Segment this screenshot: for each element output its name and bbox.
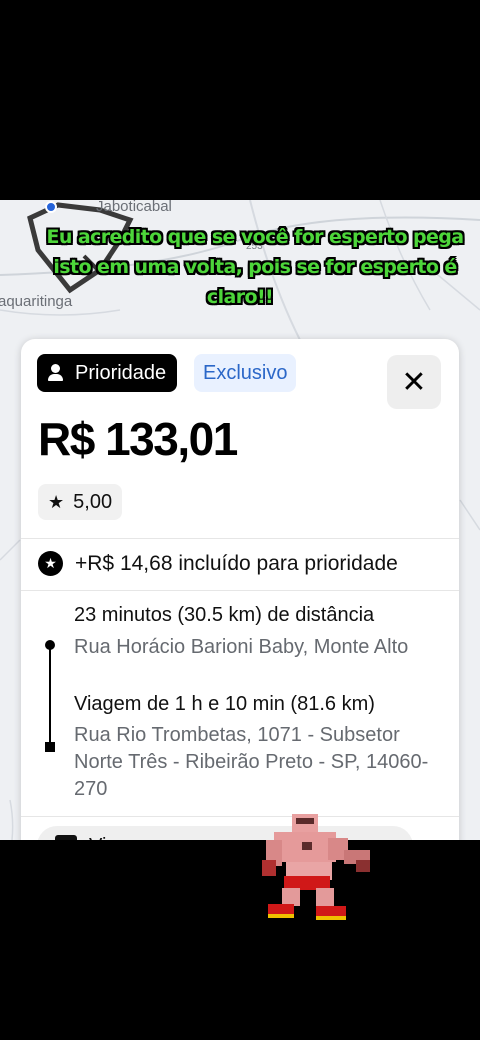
priority-extra-text: +R$ 14,68 incluído para prioridade <box>75 551 398 575</box>
top-letterbox <box>0 0 480 200</box>
caption-line: claro!! <box>206 286 274 308</box>
priority-extra-row: ★ +R$ 14,68 incluído para prioridade <box>38 551 398 576</box>
priority-label: Prioridade <box>75 361 167 384</box>
map-city-label: Jaboticabal <box>96 200 172 215</box>
close-button[interactable]: ✕ <box>387 355 441 409</box>
rider-rating: ★ 5,00 <box>38 484 123 520</box>
route-timeline-line <box>49 644 51 748</box>
ride-offer-card: Prioridade Exclusivo ✕ R$ 133,01 ★ 5,00 … <box>21 339 459 840</box>
star-icon: ★ <box>48 491 65 512</box>
person-icon <box>47 363 65 383</box>
fare-price: R$ 133,01 <box>38 413 238 465</box>
close-icon: ✕ <box>401 365 427 399</box>
video-caption: Eu acredito que se você for esperto pega… <box>0 222 480 312</box>
rating-value: 5,00 <box>73 490 113 513</box>
bottom-letterbox <box>0 840 480 1040</box>
exclusive-badge: Exclusivo <box>194 354 297 392</box>
pickup-address: Rua Horácio Barioni Baby, Monte Alto <box>74 636 409 658</box>
route-origin-dot <box>45 201 57 213</box>
divider <box>21 590 459 591</box>
priority-badge: Prioridade <box>37 354 178 392</box>
caption-line: isto em uma volta, pois se for esperto é <box>53 256 457 278</box>
trip-duration: Viagem de 1 h e 10 min (81.6 km) <box>74 693 375 715</box>
pixel-fighter-sticker <box>262 810 380 925</box>
divider <box>21 538 459 539</box>
caption-line: Eu acredito que se você for esperto pega <box>46 226 465 248</box>
dropoff-address: Rua Rio Trombetas, 1071 - Subsetor Norte… <box>74 724 429 800</box>
pickup-eta: 23 minutos (30.5 km) de distância <box>74 604 375 626</box>
divider <box>21 816 459 817</box>
video-frame: Jaboticabal aquaritinga 253 Prioridade E… <box>0 200 480 840</box>
dropoff-marker-icon <box>45 742 55 752</box>
star-circle-icon: ★ <box>38 551 63 576</box>
pickup-marker-icon <box>45 640 55 650</box>
